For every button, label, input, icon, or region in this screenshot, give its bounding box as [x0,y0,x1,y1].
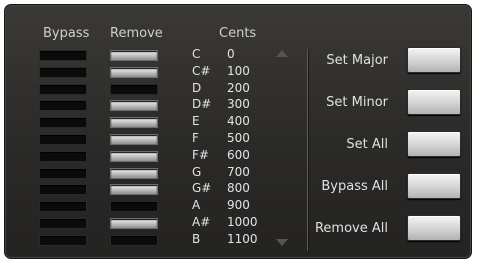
bypass-toggle-9[interactable] [39,201,87,213]
note-label-7: G [192,164,202,179]
cents-value-4: 400 [227,114,250,129]
note-label-2: D [192,80,202,95]
note-label-6: F# [192,147,209,162]
divider [307,49,308,251]
cents-value-3: 300 [227,97,250,112]
cents-value-5: 500 [227,131,250,145]
remove-toggle-7[interactable] [110,167,158,179]
bypass-toggle-6[interactable] [39,150,87,162]
remove-toggle-11[interactable] [110,234,158,246]
action-button-0[interactable] [407,47,461,73]
note-label-5: F [192,131,199,145]
bypass-toggle-1[interactable] [39,66,87,78]
remove-toggle-9[interactable] [110,201,158,213]
note-label-11: B [192,231,201,246]
note-label-1: C# [192,63,211,78]
action-button-4[interactable] [407,215,461,241]
note-label-9: A [192,198,201,213]
note-label-3: D# [192,97,212,112]
note-label-8: G# [192,181,212,196]
action-label-1: Set Minor [326,95,388,110]
remove-toggle-8[interactable] [110,184,158,196]
bypass-toggle-3[interactable] [39,100,87,112]
note-label-4: E [192,114,200,129]
cents-value-10: 1000 [227,215,258,229]
bypass-toggle-0[interactable] [39,50,87,61]
remove-toggle-2[interactable] [110,83,158,95]
scroll-down-icon[interactable] [276,239,288,246]
remove-toggle-0[interactable] [110,50,158,61]
bypass-toggle-5[interactable] [39,134,87,145]
remove-toggle-10[interactable] [110,218,158,229]
remove-toggle-3[interactable] [110,100,158,112]
note-label-10: A# [192,215,211,229]
cents-value-9: 900 [227,198,250,213]
scroll-up-icon[interactable] [276,50,288,57]
action-button-3[interactable] [407,173,461,199]
remove-toggle-6[interactable] [110,150,158,162]
bypass-column-header: Bypass [43,26,90,41]
cents-value-8: 800 [227,181,250,196]
scale-panel: Bypass Remove Cents C 0 C# 100 D 200 D# 300 E 400… [4,4,472,259]
action-button-2[interactable] [407,131,461,157]
remove-column-header: Remove [110,26,163,41]
bypass-toggle-7[interactable] [39,167,87,179]
cents-value-0: 0 [227,47,235,61]
note-label-0: C [192,47,201,61]
cents-value-7: 700 [227,164,250,179]
remove-toggle-1[interactable] [110,66,158,78]
action-label-3: Bypass All [321,179,388,194]
bypass-toggle-8[interactable] [39,184,87,196]
action-button-1[interactable] [407,89,461,115]
cents-value-11: 1100 [227,231,258,246]
cents-value-2: 200 [227,80,250,95]
action-label-0: Set Major [326,53,388,68]
remove-toggle-5[interactable] [110,134,158,145]
bypass-toggle-4[interactable] [39,117,87,129]
bypass-toggle-11[interactable] [39,234,87,246]
bypass-toggle-2[interactable] [39,83,87,95]
remove-toggle-4[interactable] [110,117,158,129]
cents-column-header: Cents [219,26,257,41]
action-label-2: Set All [346,137,388,152]
action-label-4: Remove All [314,221,388,236]
cents-value-1: 100 [227,63,250,78]
cents-value-6: 600 [227,147,250,162]
bypass-toggle-10[interactable] [39,218,87,229]
